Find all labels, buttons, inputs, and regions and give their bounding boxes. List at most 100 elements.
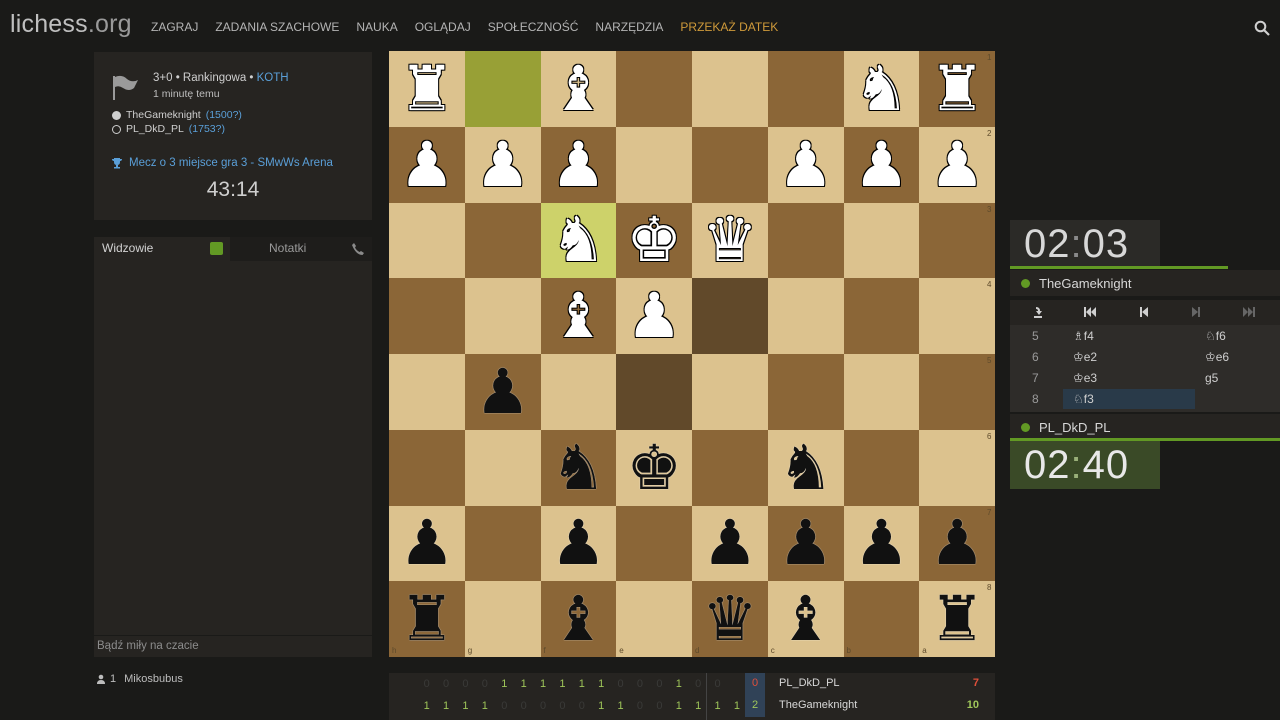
square-h4[interactable] — [389, 278, 465, 354]
nav-learn[interactable]: NAUKA — [356, 20, 397, 34]
black-bishop-f8[interactable]: ♝ — [541, 581, 617, 657]
white-knight-f3[interactable]: ♞ — [541, 203, 617, 279]
black-king-e6[interactable]: ♚ — [616, 430, 692, 506]
square-b8[interactable] — [843, 581, 920, 657]
square-g6[interactable] — [464, 429, 541, 506]
square-e8[interactable] — [616, 581, 692, 657]
square-b5[interactable] — [843, 354, 920, 430]
black-pawn-a7[interactable]: ♟ — [919, 506, 995, 582]
square-f5[interactable] — [540, 354, 617, 430]
black-rook-h8[interactable]: ♜ — [389, 581, 465, 657]
tab-notes[interactable]: Notatki — [269, 241, 306, 255]
black-move[interactable] — [1195, 389, 1280, 409]
square-h3[interactable] — [389, 202, 465, 279]
square-h6[interactable] — [389, 429, 465, 506]
white-pawn-b2[interactable]: ♟ — [844, 127, 920, 203]
last-move-icon[interactable] — [1241, 304, 1257, 320]
black-pawn-f7[interactable]: ♟ — [541, 506, 617, 582]
square-a4[interactable] — [919, 278, 995, 354]
chess-board[interactable]: h g f e d c b a 1 2 3 4 5 6 7 8 ♜ ♝ ♞ ♜ ♟ ♟ ♟ ♟ ♟ ♟ ♞ ♚ ♛ ♝ ♟ ♟ ♞ ♚ ♞ ♟ ♟ ♟ ♟ ♟… — [389, 51, 995, 657]
black-pawn-h7[interactable]: ♟ — [389, 506, 465, 582]
square-g7[interactable] — [464, 505, 541, 582]
tournament-link[interactable]: Mecz o 3 miejsce gra 3 - SMwWs Arena — [111, 157, 333, 169]
black-bishop-c8[interactable]: ♝ — [768, 581, 844, 657]
white-rook-a1[interactable]: ♜ — [919, 51, 995, 127]
square-b6[interactable] — [843, 429, 920, 506]
chat-toggle-checkbox[interactable] — [210, 242, 223, 255]
white-pawn-c2[interactable]: ♟ — [768, 127, 844, 203]
variant-link[interactable]: KOTH — [257, 72, 289, 84]
square-b4[interactable] — [843, 278, 920, 354]
square-g4[interactable] — [464, 278, 541, 354]
square-d5[interactable] — [692, 354, 768, 430]
black-knight-c6[interactable]: ♞ — [768, 430, 844, 506]
square-e5[interactable] — [616, 354, 692, 430]
white-move[interactable]: ♘f3 — [1063, 389, 1195, 409]
tab-spectators[interactable]: Widzowie — [94, 237, 230, 261]
phone-icon[interactable] — [351, 242, 365, 256]
white-bishop-f4[interactable]: ♝ — [541, 278, 617, 354]
nav-donate[interactable]: PRZEKAŻ DATEK — [680, 20, 778, 34]
white-move[interactable]: ♔e2 — [1063, 347, 1195, 367]
square-b3[interactable] — [843, 202, 920, 279]
arena-player-name[interactable]: PL_DkD_PL — [779, 677, 840, 689]
square-e1[interactable] — [616, 51, 692, 127]
player-name[interactable]: PL_DkD_PL — [1039, 420, 1111, 435]
black-pawn-b7[interactable]: ♟ — [844, 506, 920, 582]
search-icon[interactable] — [1254, 20, 1270, 36]
black-pawn-g5[interactable]: ♟ — [465, 354, 541, 430]
opponent-name[interactable]: TheGameknight — [1039, 276, 1132, 291]
square-a5[interactable] — [919, 354, 995, 430]
white-bishop-f1[interactable]: ♝ — [541, 51, 617, 127]
white-pawn-g2[interactable]: ♟ — [465, 127, 541, 203]
white-knight-b1[interactable]: ♞ — [844, 51, 920, 127]
white-move[interactable]: ♔e3 — [1063, 368, 1195, 388]
nav-watch[interactable]: OGLĄDAJ — [415, 20, 471, 34]
white-pawn-e4[interactable]: ♟ — [616, 278, 692, 354]
white-rook-h1[interactable]: ♜ — [389, 51, 465, 127]
square-g8[interactable] — [464, 581, 541, 657]
black-move[interactable]: ♔e6 — [1195, 347, 1280, 367]
square-c3[interactable] — [767, 202, 844, 279]
next-move-icon[interactable] — [1188, 304, 1204, 320]
previous-move-icon[interactable] — [1136, 304, 1152, 320]
nav-community[interactable]: SPOŁECZNOŚĆ — [488, 20, 579, 34]
arena-player-name[interactable]: TheGameknight — [779, 699, 857, 711]
nav-tools[interactable]: NARZĘDZIA — [595, 20, 663, 34]
first-move-icon[interactable] — [1082, 304, 1098, 320]
square-d4[interactable] — [692, 278, 768, 354]
square-e2[interactable] — [616, 126, 692, 203]
black-move[interactable]: g5 — [1195, 368, 1280, 388]
chat-input[interactable]: Bądź miły na czacie — [94, 635, 372, 657]
square-c5[interactable] — [767, 354, 844, 430]
black-player-name[interactable]: PL_DkD_PL — [126, 123, 184, 135]
white-king-e3[interactable]: ♚ — [616, 203, 692, 279]
white-player-name[interactable]: TheGameknight — [126, 109, 201, 121]
square-c1[interactable] — [767, 51, 844, 127]
black-queen-d8[interactable]: ♛ — [692, 581, 768, 657]
watcher-name[interactable]: Mikosbubus — [124, 673, 183, 685]
black-rook-a8[interactable]: ♜ — [919, 581, 995, 657]
white-pawn-a2[interactable]: ♟ — [919, 127, 995, 203]
square-g1[interactable] — [464, 51, 541, 127]
white-pawn-h2[interactable]: ♟ — [389, 127, 465, 203]
square-a3[interactable] — [919, 202, 995, 279]
square-a6[interactable] — [919, 429, 995, 506]
white-queen-d3[interactable]: ♛ — [692, 203, 768, 279]
square-d2[interactable] — [692, 126, 768, 203]
nav-play[interactable]: ZAGRAJ — [151, 20, 198, 34]
white-pawn-f2[interactable]: ♟ — [541, 127, 617, 203]
square-h5[interactable] — [389, 354, 465, 430]
nav-puzzles[interactable]: ZADANIA SZACHOWE — [215, 20, 339, 34]
square-g3[interactable] — [464, 202, 541, 279]
square-d6[interactable] — [692, 429, 768, 506]
square-d1[interactable] — [692, 51, 768, 127]
black-pawn-c7[interactable]: ♟ — [768, 506, 844, 582]
white-move[interactable]: ♗f4 — [1063, 326, 1195, 346]
black-knight-f6[interactable]: ♞ — [541, 430, 617, 506]
square-c4[interactable] — [767, 278, 844, 354]
flip-board-icon[interactable] — [1030, 304, 1046, 320]
black-move[interactable]: ♘f6 — [1195, 326, 1280, 346]
black-pawn-d7[interactable]: ♟ — [692, 506, 768, 582]
site-logo[interactable]: lichess.org — [10, 10, 132, 39]
